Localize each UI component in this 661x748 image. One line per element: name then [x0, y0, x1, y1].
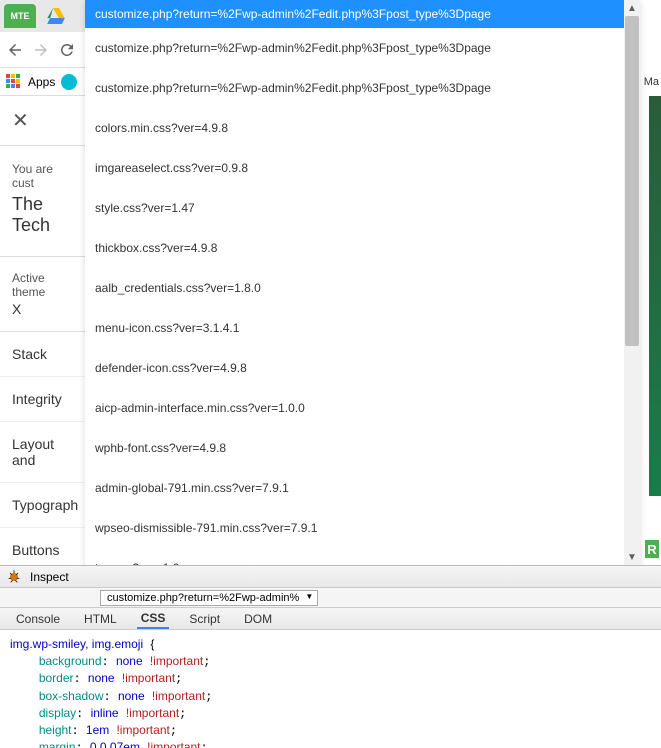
dropdown-item[interactable]: imgareaselect.css?ver=0.9.8	[85, 148, 640, 188]
browser-nav-bar	[0, 32, 85, 68]
preview-text-fragment: Ma	[644, 76, 659, 88]
scroll-up-icon[interactable]: ▲	[624, 0, 640, 16]
dropdown-item[interactable]: menu-icon.css?ver=3.1.4.1	[85, 308, 640, 348]
dropdown-item[interactable]: customize.php?return=%2Fwp-admin%2Fedit.…	[85, 68, 640, 108]
dropdown-item[interactable]: admin-global-791.min.css?ver=7.9.1	[85, 468, 640, 508]
customizer-section[interactable]: Layout and	[0, 422, 85, 483]
customizer-section[interactable]: Integrity	[0, 377, 85, 422]
dropdown-list[interactable]: customize.php?return=%2Fwp-admin%2Fedit.…	[85, 0, 640, 565]
dropdown-item[interactable]: style.css?ver=1.47	[85, 188, 640, 228]
customizer-site-title: The Tech	[12, 194, 73, 236]
browser-tab-bar: MTE	[0, 0, 85, 32]
dropdown-item[interactable]: colors.min.css?ver=4.9.8	[85, 108, 640, 148]
dropdown-item[interactable]: wpseo-dismissible-791.min.css?ver=7.9.1	[85, 508, 640, 548]
devtools-tab-html[interactable]: HTML	[80, 610, 121, 628]
devtools-toolbar: Inspect	[0, 566, 661, 588]
devtools-tabs: Console HTML CSS Script DOM	[0, 608, 661, 630]
customizer-header: ✕	[0, 96, 85, 146]
devtools-panel: Inspect customize.php?return=%2Fwp-admin…	[0, 565, 661, 747]
dropdown-item[interactable]: wphb-font.css?ver=4.9.8	[85, 428, 640, 468]
customizer-section[interactable]: Typograph	[0, 483, 85, 528]
dropdown-item[interactable]: tco.css?ver=1.0	[85, 548, 640, 565]
bookmark-bar: Apps	[0, 68, 85, 96]
apps-label[interactable]: Apps	[28, 75, 55, 89]
scrollbar[interactable]: ▲ ▼	[624, 0, 640, 565]
devtools-tab-css[interactable]: CSS	[137, 609, 170, 629]
preview-pane-edge	[649, 96, 661, 496]
bookmark-badge[interactable]	[61, 74, 77, 90]
devtools-tab-console[interactable]: Console	[12, 610, 64, 628]
customizer-info: You are cust The Tech	[0, 146, 85, 257]
reload-icon[interactable]	[58, 41, 76, 59]
devtools-tab-dom[interactable]: DOM	[240, 610, 276, 628]
devtools-path-bar: customize.php?return=%2Fwp-admin%	[0, 588, 661, 608]
scroll-down-icon[interactable]: ▼	[624, 549, 640, 565]
back-icon[interactable]	[6, 41, 24, 59]
scroll-thumb[interactable]	[625, 16, 639, 346]
close-icon[interactable]: ✕	[12, 108, 29, 133]
google-drive-icon	[47, 8, 65, 24]
dropdown-item[interactable]: aalb_credentials.css?ver=1.8.0	[85, 268, 640, 308]
active-theme-label: Active theme	[12, 271, 73, 299]
inspect-button[interactable]: Inspect	[30, 570, 69, 584]
customizer-section[interactable]: Stack	[0, 332, 85, 377]
tab-mte[interactable]: MTE	[4, 4, 36, 28]
active-theme-name: X	[12, 301, 73, 317]
customizer-active-theme[interactable]: Active theme X	[0, 257, 85, 332]
dropdown-item[interactable]: customize.php?return=%2Fwp-admin%2Fedit.…	[85, 0, 640, 28]
css-code-view[interactable]: img.wp-smiley, img.emoji { background: n…	[0, 630, 661, 748]
devtools-tab-script[interactable]: Script	[185, 610, 224, 628]
apps-grid-icon[interactable]	[6, 74, 22, 90]
wp-customizer-sidebar: ✕ You are cust The Tech Active theme X S…	[0, 96, 85, 618]
dropdown-item[interactable]: aicp-admin-interface.min.css?ver=1.0.0	[85, 388, 640, 428]
tab-google-drive[interactable]	[40, 4, 72, 28]
customizer-info-text: You are cust	[12, 162, 73, 190]
stylesheet-dropdown: customize.php?return=%2Fwp-admin%2Fedit.…	[85, 0, 640, 565]
firebug-icon[interactable]	[6, 569, 22, 585]
dropdown-item[interactable]: thickbox.css?ver=4.9.8	[85, 228, 640, 268]
forward-icon[interactable]	[32, 41, 50, 59]
dropdown-item[interactable]: customize.php?return=%2Fwp-admin%2Fedit.…	[85, 28, 640, 68]
stylesheet-selector[interactable]: customize.php?return=%2Fwp-admin%	[100, 590, 318, 606]
dropdown-item[interactable]: defender-icon.css?ver=4.9.8	[85, 348, 640, 388]
preview-badge: R	[645, 540, 659, 558]
